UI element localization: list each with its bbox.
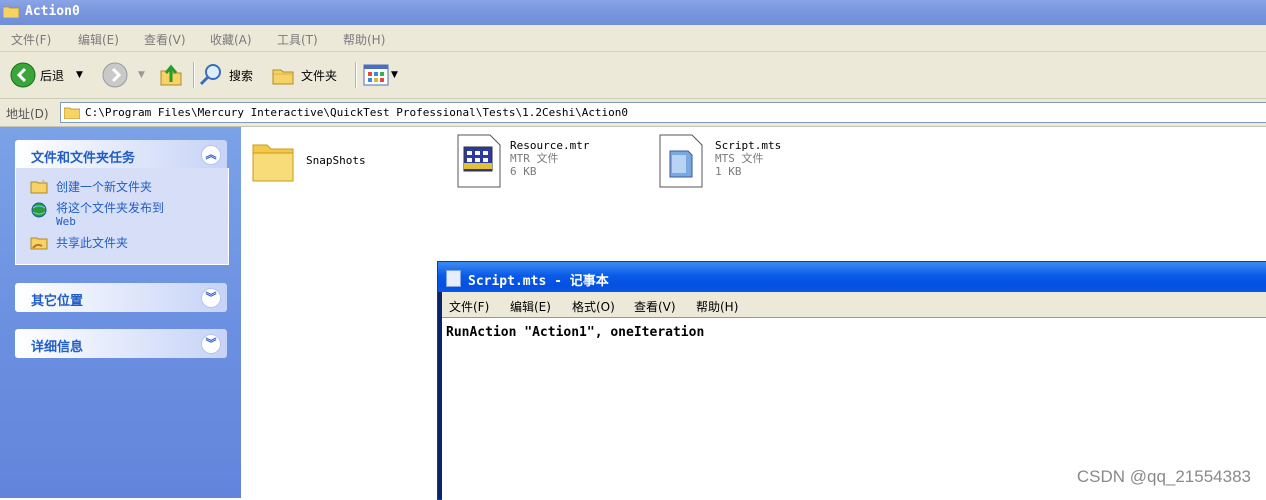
details-panel-header[interactable]: 详细信息 ︾ <box>15 329 227 358</box>
search-icon <box>199 64 221 86</box>
file-size: 6 KB <box>510 165 537 178</box>
up-folder-icon <box>160 64 182 86</box>
notepad-window: Script.mts - 记事本 文件(F) 编辑(E) 格式(O) 查看(V)… <box>437 261 1266 500</box>
menu-tools[interactable]: 工具(T) <box>277 31 318 48</box>
up-folder-button[interactable] <box>158 60 184 90</box>
notepad-menu-file[interactable]: 文件(F) <box>449 298 489 315</box>
file-type: MTR 文件 <box>510 152 559 165</box>
folders-icon <box>272 69 294 85</box>
views-dropdown-icon[interactable]: ▼ <box>391 70 398 80</box>
folders-label: 文件夹 <box>301 68 338 83</box>
forward-arrow-icon <box>102 62 128 88</box>
collapse-icon[interactable]: ︽ <box>201 145 221 165</box>
views-icon <box>363 64 389 86</box>
views-button[interactable]: ▼ <box>363 60 398 90</box>
other-places-panel-header[interactable]: 其它位置 ︾ <box>15 283 227 312</box>
toolbar-separator <box>193 62 195 88</box>
notepad-menu-help[interactable]: 帮助(H) <box>696 298 738 315</box>
file-name: SnapShots <box>306 153 366 167</box>
file-name: Script.mts <box>715 139 782 152</box>
menu-bar: 文件(F) 编辑(E) 查看(V) 收藏(A) 工具(T) 帮助(H) <box>0 25 1266 52</box>
back-arrow-icon <box>10 62 36 88</box>
other-places-title: 其它位置 <box>31 294 84 309</box>
toolbar: 后退 ▼ ▼ 搜索 文件夹 ▼ <box>0 52 1266 99</box>
mts-file-icon <box>659 134 703 188</box>
file-item-script[interactable]: Script.mts MTS 文件 1 KB <box>658 133 781 189</box>
search-button[interactable]: 搜索 <box>198 60 253 90</box>
folder-icon <box>252 144 294 182</box>
notepad-icon <box>446 270 461 287</box>
forward-dropdown-icon[interactable]: ▼ <box>138 70 145 80</box>
menu-file[interactable]: 文件(F) <box>11 31 51 48</box>
publish-web-icon <box>31 202 47 218</box>
details-title: 详细信息 <box>31 340 84 355</box>
task-label: 共享此文件夹 <box>56 236 129 250</box>
folder-icon <box>64 107 80 119</box>
address-input[interactable]: C:\Program Files\Mercury Interactive\Qui… <box>60 102 1266 123</box>
back-label: 后退 <box>40 68 65 83</box>
address-bar: 地址(D) C:\Program Files\Mercury Interacti… <box>0 99 1266 127</box>
task-share-folder[interactable]: 共享此文件夹 <box>30 234 128 251</box>
tasks-panel-body: 创建一个新文件夹 将这个文件夹发布到 Web 共享此文件夹 <box>15 168 229 265</box>
notepad-menu-edit[interactable]: 编辑(E) <box>510 298 551 315</box>
file-size: 1 KB <box>715 165 742 178</box>
window-title: Action0 <box>25 4 80 19</box>
address-label: 地址(D) <box>6 107 49 121</box>
watermark: CSDN @qq_21554383 <box>1076 467 1251 486</box>
toolbar-separator <box>355 62 357 88</box>
notepad-titlebar[interactable]: Script.mts - 记事本 <box>438 262 1266 292</box>
back-dropdown-icon[interactable]: ▼ <box>76 70 83 80</box>
mtr-file-icon <box>457 134 501 188</box>
back-button[interactable]: 后退 ▼ <box>10 60 83 90</box>
file-name: Resource.mtr <box>510 139 590 152</box>
notepad-menu-format[interactable]: 格式(O) <box>572 298 615 315</box>
menu-edit[interactable]: 编辑(E) <box>78 31 119 48</box>
file-type: MTS 文件 <box>715 152 764 165</box>
search-label: 搜索 <box>229 68 254 83</box>
task-label: 创建一个新文件夹 <box>56 180 153 194</box>
folders-button[interactable]: 文件夹 <box>270 60 337 90</box>
task-new-folder[interactable]: 创建一个新文件夹 <box>30 178 152 195</box>
menu-help[interactable]: 帮助(H) <box>343 31 385 48</box>
tasks-panel-header[interactable]: 文件和文件夹任务 ︽ <box>15 140 227 169</box>
expand-icon[interactable]: ︾ <box>201 334 221 354</box>
share-folder-icon <box>30 237 48 250</box>
new-folder-icon <box>30 179 48 194</box>
address-path: C:\Program Files\Mercury Interactive\Qui… <box>85 106 629 119</box>
tasks-panel-title: 文件和文件夹任务 <box>31 151 136 166</box>
menu-view[interactable]: 查看(V) <box>144 31 186 48</box>
forward-button[interactable]: ▼ <box>102 60 145 90</box>
notepad-menu-view[interactable]: 查看(V) <box>634 298 676 315</box>
task-label-web: Web <box>56 215 76 228</box>
notepad-content: RunAction "Action1", oneIteration <box>446 325 705 340</box>
file-item-snapshots[interactable]: SnapShots <box>251 137 366 183</box>
file-item-resource[interactable]: Resource.mtr MTR 文件 6 KB <box>456 133 589 189</box>
task-label: 将这个文件夹发布到 <box>56 201 165 215</box>
expand-icon[interactable]: ︾ <box>201 288 221 308</box>
notepad-title: Script.mts - 记事本 <box>468 274 609 289</box>
task-publish-web[interactable]: 将这个文件夹发布到 Web <box>30 202 164 228</box>
folder-icon <box>3 6 19 18</box>
notepad-menu-bar: 文件(F) 编辑(E) 格式(O) 查看(V) 帮助(H) <box>442 292 1266 317</box>
menu-favorites[interactable]: 收藏(A) <box>210 31 252 48</box>
window-titlebar[interactable]: Action0 <box>0 0 1266 25</box>
